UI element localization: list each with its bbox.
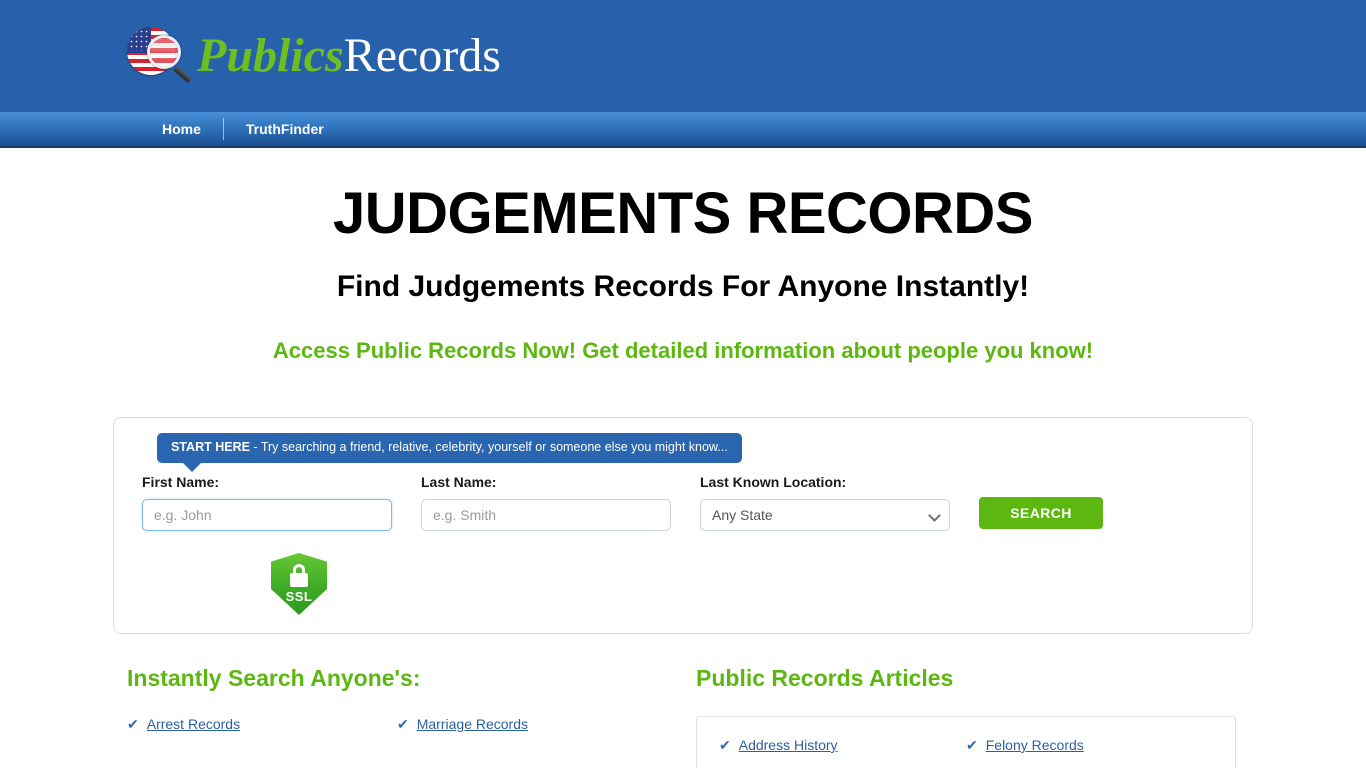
link-arrest-records[interactable]: Arrest Records [147,716,240,732]
location-select[interactable]: Any State [700,499,950,531]
first-name-label: First Name: [142,474,220,490]
list-item[interactable]: ✔ Arrest Records [127,716,397,732]
start-here-bold: START HERE [171,440,250,454]
location-field-group: Last Known Location: Any State [700,474,950,531]
articles-title: Public Records Articles [696,665,954,691]
instantly-search-section: Instantly Search Anyone's: ✔ Arrest Reco… [127,665,667,753]
start-here-callout: START HERE - Try searching a friend, rel… [157,433,742,471]
search-panel: START HERE - Try searching a friend, rel… [113,417,1253,634]
link-marriage-records[interactable]: Marriage Records [417,716,528,732]
instantly-search-title: Instantly Search Anyone's: [127,665,421,691]
page-title: JUDGEMENTS RECORDS [333,181,1033,246]
articles-links: ✔ Address History ✔ Felony Records [719,737,1213,768]
search-form: First Name: Last Name: Last Known Locati… [142,474,1228,531]
start-here-text: - Try searching a friend, relative, cele… [249,440,728,454]
ssl-label: SSL [285,589,313,604]
check-icon: ✔ [966,737,978,753]
main-navigation: Home TruthFinder [0,112,1366,148]
nav-item-truthfinder[interactable]: TruthFinder [224,112,346,146]
location-label: Last Known Location: [700,474,847,490]
list-item[interactable]: ✔ Address History [719,737,966,753]
ssl-badge: SSL [271,553,327,615]
padlock-shield-icon: SSL [271,553,327,615]
page-tagline: Access Public Records Now! Get detailed … [272,338,1094,364]
link-felony-records[interactable]: Felony Records [986,737,1084,753]
first-name-field-group: First Name: [142,474,392,531]
check-icon: ✔ [719,737,731,753]
last-name-field-group: Last Name: [421,474,671,531]
nav-item-home[interactable]: Home [140,112,223,146]
page-subtitle: Find Judgements Records For Anyone Insta… [336,270,1030,304]
articles-panel: ✔ Address History ✔ Felony Records [696,716,1236,768]
search-button[interactable]: SEARCH [979,497,1103,529]
lower-sections: Instantly Search Anyone's: ✔ Arrest Reco… [0,665,1366,768]
last-name-label: Last Name: [421,474,497,490]
list-item[interactable]: ✔ Felony Records [966,737,1213,753]
hero-section: JUDGEMENTS RECORDS Find Judgements Recor… [0,148,1366,364]
site-header: PublicsRecords [0,0,1366,112]
check-icon: ✔ [127,716,139,732]
articles-section: Public Records Articles ✔ Address Histor… [696,665,1236,768]
logo-text-primary: Publics [197,29,344,82]
us-flag-magnifier-icon [125,23,193,89]
instantly-search-links: ✔ Arrest Records ✔ Marriage Records [127,716,667,753]
magnifier-handle [173,65,193,84]
location-select-wrap: Any State [700,499,950,531]
logo-text-secondary: Records [343,29,501,82]
magnifier-lens [147,35,181,69]
site-logo[interactable]: PublicsRecords [125,18,501,94]
list-item[interactable]: ✔ Marriage Records [397,716,667,732]
check-icon: ✔ [397,716,409,732]
last-name-input[interactable] [421,499,671,531]
logo-wordmark: PublicsRecords [197,32,501,80]
first-name-input[interactable] [142,499,392,531]
link-address-history[interactable]: Address History [739,737,838,753]
